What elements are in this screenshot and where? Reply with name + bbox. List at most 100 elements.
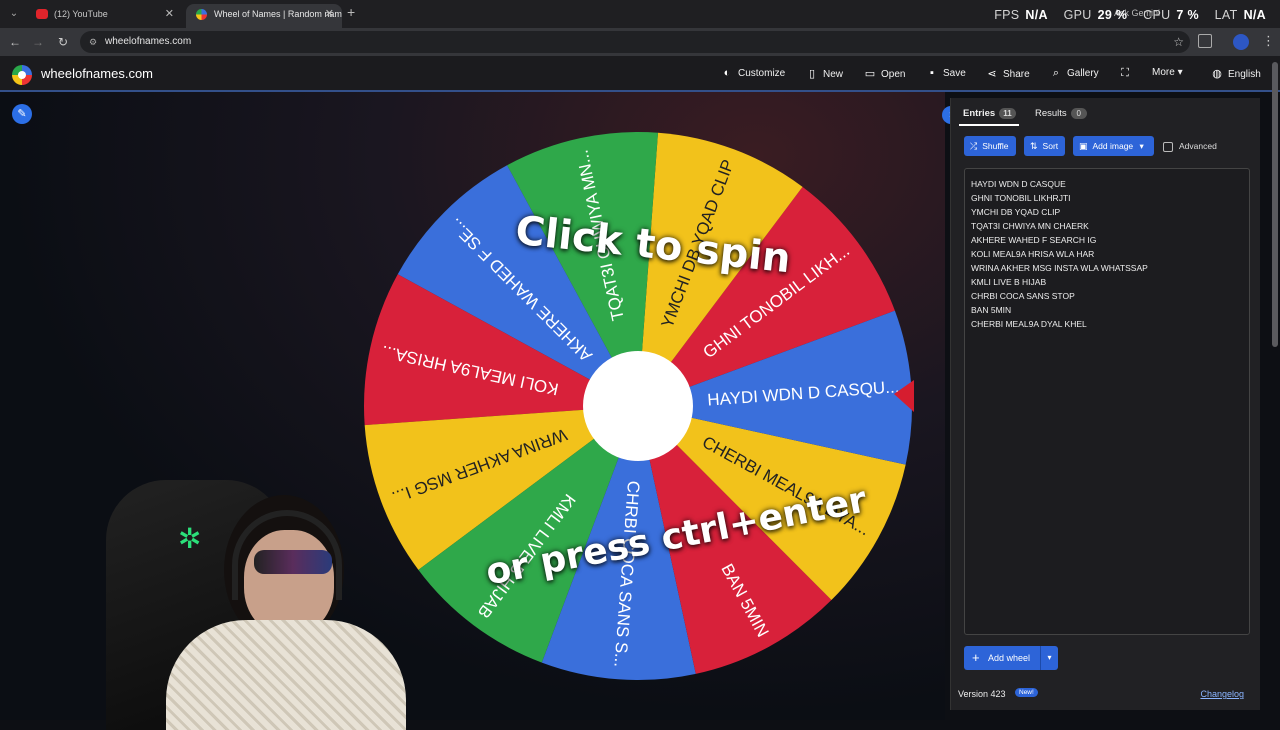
gpu-label: GPU — [1063, 8, 1092, 22]
wheel-logo-icon[interactable] — [12, 65, 32, 85]
shuffle-button[interactable]: ⤮ Shuffle — [964, 136, 1016, 156]
fullscreen-icon: ⛶ — [1121, 67, 1129, 79]
gpu-value: 29 % — [1097, 8, 1128, 22]
browser-tab-wheel-of-names[interactable]: Wheel of Names | Random nam ✕ — [186, 4, 342, 28]
bookmark-star-icon[interactable]: ☆ — [1173, 31, 1184, 53]
entry-line: KMLI LIVE B HIJAB — [971, 277, 1047, 287]
language-label: English — [1228, 69, 1261, 80]
customize-label: Customize — [738, 68, 786, 79]
more-label: More — [1152, 67, 1175, 78]
back-arrow-icon[interactable]: ← — [7, 34, 23, 50]
entries-panel: Entries 11 Results 0 ⤮ Shuffle ⇅ Sort ▣ Add i… — [950, 98, 1260, 710]
folder-icon: ▭ — [864, 68, 876, 80]
sunglasses — [254, 550, 332, 574]
entry-line: AKHERE WAHED F SEARCH IG — [971, 235, 1097, 245]
tab-search-chevron-icon[interactable]: ⌄ — [6, 6, 22, 22]
add-image-button[interactable]: ▣ Add image ▾ — [1073, 136, 1154, 156]
tab-title: Wheel of Names | Random nam — [214, 9, 342, 19]
add-wheel-dropdown-icon[interactable]: ▾ — [1040, 646, 1058, 670]
entry-line: KOLI MEAL9A HRISA WLA HAR — [971, 249, 1095, 259]
entry-line: CHRBI COCA SANS STOP — [971, 291, 1075, 301]
reload-icon[interactable]: ↻ — [55, 34, 71, 50]
sort-icon: ⇅ — [1030, 141, 1038, 151]
tab-title: (12) YouTube — [54, 9, 108, 19]
site-info-icon[interactable]: ⚙ — [89, 31, 97, 53]
save-disk-icon: ▪ — [930, 67, 934, 79]
wheel-center-hub[interactable] — [583, 351, 693, 461]
cpu-label: CPU — [1143, 8, 1171, 22]
entry-line: WRINA AKHER MSG INSTA WLA WHATSSAP — [971, 263, 1148, 273]
save-button[interactable]: ▪ Save — [925, 67, 966, 79]
cpu-value: 7 % — [1176, 8, 1199, 22]
entry-line: YMCHI DB YQAD CLIP — [971, 207, 1061, 217]
plus-icon: + — [972, 650, 980, 665]
changelog-link[interactable]: Changelog — [1200, 689, 1244, 699]
streamer-webcam: ✲ — [66, 470, 406, 730]
new-tab-plus-icon[interactable]: + — [347, 4, 355, 20]
tab-results[interactable]: Results 0 — [1035, 108, 1087, 119]
search-icon: ⌕ — [1052, 67, 1060, 79]
close-tab-icon[interactable]: ✕ — [325, 4, 334, 24]
wheel-of-names[interactable]: GHNI TONOBIL LIKH... YMCHI DB YQAD CLIP TQ… — [360, 128, 916, 684]
add-wheel-label: Add wheel — [988, 653, 1031, 663]
tab-entries-label: Entries — [963, 108, 996, 119]
performance-overlay: FPS N/A GPU 29 % CPU 7 % LAT N/A — [994, 8, 1266, 22]
close-tab-icon[interactable]: ✕ — [165, 4, 174, 24]
razer-logo-icon: ✲ — [178, 523, 202, 554]
entry-line: TQAT3I CHWIYA MN CHAERK — [971, 221, 1089, 231]
entry-line: BAN 5MIN — [971, 305, 1012, 315]
profile-avatar[interactable] — [1233, 34, 1249, 50]
page-scrollbar[interactable] — [1272, 62, 1278, 347]
entry-line: CHERBI MEAL9A DYAL KHEL — [971, 319, 1087, 329]
fullscreen-button[interactable]: ⛶ — [1118, 67, 1136, 80]
gallery-label: Gallery — [1067, 68, 1099, 79]
browser-toolbar: ← → ↻ ⚙ wheelofnames.com ☆ — [0, 28, 1280, 56]
add-wheel-button[interactable]: + Add wheel ▾ — [964, 646, 1058, 670]
fps-label: FPS — [994, 8, 1020, 22]
sort-label: Sort — [1042, 141, 1059, 151]
shuffle-label: Shuffle — [982, 141, 1009, 151]
extensions-icon[interactable] — [1198, 34, 1212, 48]
app-header: wheelofnames.com ◐ Customize ▯ New ▭ Open ▪… — [0, 56, 1280, 92]
new-button[interactable]: ▯ New — [805, 67, 843, 80]
advanced-checkbox[interactable] — [1163, 142, 1173, 152]
entries-textarea[interactable]: HAYDI WDN D CASQUE GHNI TONOBIL LIKHRJTI Y… — [964, 168, 1250, 635]
new-file-icon: ▯ — [808, 68, 816, 80]
active-tab-indicator — [959, 124, 1019, 126]
language-button[interactable]: ◍ English — [1210, 67, 1261, 80]
palette-icon: ◐ — [723, 67, 731, 79]
wheel-favicon-icon — [196, 9, 207, 20]
wheel-svg[interactable]: GHNI TONOBIL LIKH...YMCHI DB YQAD CLIPTQ… — [360, 128, 916, 684]
customize-button[interactable]: ◐ Customize — [720, 67, 786, 79]
entry-line: GHNI TONOBIL LIKHRJTI — [971, 193, 1071, 203]
save-label: Save — [943, 68, 966, 79]
caret-down-icon: ▾ — [1139, 141, 1144, 151]
sort-button[interactable]: ⇅ Sort — [1024, 136, 1066, 156]
browser-tab-youtube[interactable]: (12) YouTube ✕ — [26, 4, 182, 28]
entry-line: HAYDI WDN D CASQUE — [971, 179, 1066, 189]
globe-icon: ◍ — [1212, 68, 1222, 80]
lat-value: N/A — [1243, 8, 1266, 22]
browser-menu-icon[interactable]: ⋮ — [1262, 33, 1275, 49]
add-image-label: Add image — [1092, 141, 1134, 151]
forward-arrow-icon[interactable]: → — [30, 34, 46, 50]
tab-entries[interactable]: Entries 11 — [963, 108, 1016, 119]
more-menu-button[interactable]: More ▾ — [1152, 67, 1183, 78]
image-icon: ▣ — [1079, 141, 1088, 151]
url-text: wheelofnames.com — [105, 36, 192, 47]
share-label: Share — [1003, 69, 1030, 80]
open-button[interactable]: ▭ Open — [863, 67, 906, 80]
results-count-badge: 0 — [1070, 108, 1087, 119]
advanced-label[interactable]: Advanced — [1179, 141, 1217, 151]
new-badge: New! — [1015, 688, 1038, 697]
entries-count-badge: 11 — [999, 108, 1016, 119]
fps-value: N/A — [1025, 8, 1048, 22]
gallery-button[interactable]: ⌕ Gallery — [1049, 67, 1099, 80]
edit-pencil-icon[interactable]: ✎ — [12, 104, 32, 124]
tab-results-label: Results — [1035, 108, 1067, 119]
share-button[interactable]: ⋖ Share — [985, 67, 1030, 80]
shuffle-icon: ⤮ — [970, 141, 978, 151]
share-icon: ⋖ — [987, 68, 997, 80]
address-bar[interactable]: ⚙ wheelofnames.com ☆ — [80, 31, 1190, 53]
site-logo-text[interactable]: wheelofnames.com — [41, 66, 153, 81]
